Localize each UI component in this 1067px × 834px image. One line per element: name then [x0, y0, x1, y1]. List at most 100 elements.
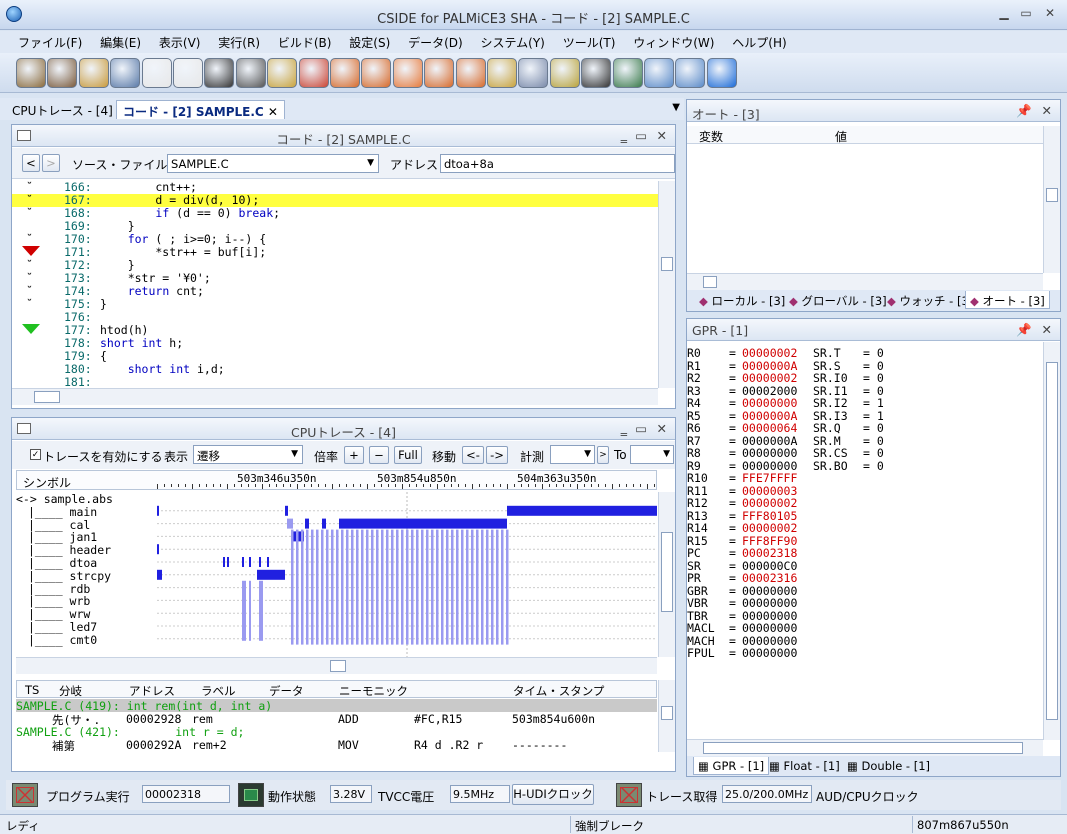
camera-icon[interactable] [581, 58, 612, 88]
trace-row[interactable]: SAMPLE.C (421): int r = d; [16, 725, 657, 739]
menu-tools[interactable]: ツール(T) [557, 31, 622, 54]
maximize-icon[interactable]: ▭ [635, 421, 647, 436]
trace-row[interactable]: 補第 0000292A rem+2 MOV R4 d .R2 r -------- [16, 738, 657, 751]
auto-tab[interactable]: ◆ グローバル - [3] [785, 291, 891, 309]
hudi-clock-button[interactable]: H-UDIクロック [512, 784, 594, 805]
code-editor[interactable]: ˘ 166: cnt++; ˘ 167: d = div(d, 10); ˘ 168: i… [12, 181, 658, 388]
register-row[interactable]: R13 = FFF80105 [687, 510, 1043, 523]
dump-icon[interactable] [204, 58, 235, 88]
register-row[interactable]: R9 = 00000000 SR.BO = 0 [687, 460, 1043, 473]
upload-icon[interactable] [549, 58, 580, 88]
register-row[interactable]: MACL = 00000000 [687, 622, 1043, 635]
gpr-vertical-scrollbar[interactable] [1043, 342, 1060, 740]
gpr-tab[interactable]: ▦ Float - [1] [765, 757, 844, 775]
col-variable[interactable]: 変数 [699, 128, 723, 145]
code-line[interactable]: 180: short int i,d; [12, 363, 658, 376]
trace-row[interactable]: SAMPLE.C (419): int rem(int d, int a) [16, 699, 657, 713]
menu-help[interactable]: ヘルプ(H) [726, 31, 792, 54]
trace-table[interactable]: SAMPLE.C (419): int rem(int d, int a) 先(サ… [16, 699, 657, 751]
forward-button[interactable]: > [42, 154, 60, 172]
trace-icon[interactable] [298, 58, 329, 88]
gpr-tab[interactable]: ▦ GPR - [1] [693, 757, 770, 775]
register-row[interactable]: SR = 000000C0 [687, 560, 1043, 573]
zoom-out-button[interactable]: − [369, 446, 389, 464]
auto-variable-list[interactable]: i0x0002 (2)d0x000A (10)cnt0x0003 (3)<+>b… [687, 145, 1043, 273]
register-row[interactable]: R2 = 00000002 SR.I0 = 0 [687, 372, 1043, 385]
register-row[interactable]: PC = 00002318 [687, 547, 1043, 560]
gpr-register-list[interactable]: R0 = 00000002 SR.T = 0 R1 = 0000000A SR.S = 0 R2 = 0… [687, 347, 1043, 737]
auto-tab[interactable]: ◆ ローカル - [3] [695, 291, 789, 309]
register-row[interactable]: GBR = 00000000 [687, 585, 1043, 598]
minimize-icon[interactable]: ‗ [621, 128, 627, 143]
move-right-button[interactable]: -> [486, 446, 508, 464]
source-file-select[interactable]: SAMPLE.C ▼ [167, 154, 379, 173]
measure-from-select[interactable]: ▼ [550, 445, 595, 464]
folder-icon[interactable] [78, 58, 109, 88]
maximize-button[interactable]: ▭ [1016, 6, 1036, 22]
minimize-button[interactable]: ▁ [994, 6, 1014, 22]
download-icon[interactable] [518, 58, 549, 88]
register-row[interactable]: R0 = 00000002 SR.T = 0 [687, 347, 1043, 360]
code-line[interactable]: 181: [12, 376, 658, 389]
close-icon[interactable]: ✕ [657, 128, 667, 143]
display-select[interactable]: 遷移 ▼ [193, 445, 303, 464]
measure-arrow-button[interactable]: > [597, 446, 609, 464]
close-button[interactable]: ✕ [1040, 6, 1060, 22]
register-row[interactable]: R4 = 00000000 SR.I2 = 1 [687, 397, 1043, 410]
col-value[interactable]: 値 [835, 128, 847, 145]
stop-icon[interactable] [424, 58, 455, 88]
gpr-tab[interactable]: ▦ Double - [1] [843, 757, 934, 775]
col-label[interactable]: ラベル [201, 683, 236, 699]
register-row[interactable]: R10 = FFE7FFFF [687, 472, 1043, 485]
col-mnemonic[interactable]: ニーモニック [339, 683, 408, 699]
back-button[interactable]: < [22, 154, 40, 172]
close-icon[interactable]: ✕ [268, 105, 278, 119]
cloud2-icon[interactable] [675, 58, 706, 88]
open-project-icon[interactable] [16, 58, 46, 88]
code-horizontal-scrollbar[interactable] [12, 388, 658, 405]
zoom-in-button[interactable]: + [344, 446, 364, 464]
menu-data[interactable]: データ(D) [402, 31, 469, 54]
source-list-icon[interactable] [110, 58, 141, 88]
close-icon[interactable]: ✕ [1042, 103, 1052, 118]
col-branch[interactable]: 分岐 [59, 683, 82, 699]
auto-tab[interactable]: ◆ ウォッチ - [3] [883, 291, 977, 309]
register-row[interactable]: MACH = 00000000 [687, 635, 1043, 648]
pin-icon[interactable]: 📌 [1016, 322, 1032, 338]
menu-view[interactable]: 表示(V) [153, 31, 207, 54]
menu-file[interactable]: ファイル(F) [12, 31, 88, 54]
trace-vertical-scrollbar[interactable] [658, 492, 675, 657]
menu-build[interactable]: ビルド(B) [272, 31, 338, 54]
tab-dropdown-icon[interactable]: ▼ [672, 102, 680, 113]
trace-row[interactable]: 先(サ・. 00002928 rem ADD #FC,R15 503m854u600n [16, 712, 657, 727]
breakpoint-icon[interactable] [267, 58, 298, 88]
cloud-icon[interactable] [644, 58, 674, 88]
tab-cpu-trace[interactable]: CPUトレース - [4] ✕ [6, 100, 133, 119]
register-row[interactable]: R12 = 00000002 [687, 497, 1043, 510]
trace-table-scrollbar[interactable] [658, 680, 675, 752]
code-line[interactable]: 178: short int h; [12, 337, 658, 350]
col-address[interactable]: アドレス [129, 683, 175, 699]
maximize-icon[interactable]: ▭ [635, 128, 647, 143]
code-line[interactable]: ˘ 175:} [12, 298, 658, 311]
auto-tab[interactable]: ◆ オート - [3] [965, 291, 1050, 309]
measure-to-select[interactable]: ▼ [630, 445, 674, 464]
menu-settings[interactable]: 設定(S) [343, 31, 396, 54]
trace-enable-checkbox[interactable]: ✓ [30, 449, 41, 460]
minimize-icon[interactable]: ‗ [621, 421, 627, 436]
menu-edit[interactable]: 編集(E) [94, 31, 147, 54]
run-icon[interactable] [455, 58, 486, 88]
trace-waveform[interactable] [157, 492, 657, 657]
symbol-icon[interactable] [235, 58, 266, 88]
register-row[interactable]: PR = 00002316 [687, 572, 1043, 585]
time-ruler[interactable]: 503m346u350n 503m854u850n 504m363u350n [157, 471, 657, 489]
code-vertical-scrollbar[interactable] [658, 181, 675, 388]
symbol-tree[interactable]: <-> sample.abs |____ main |____ cal |____ j… [16, 492, 157, 657]
gpr-horizontal-scrollbar[interactable] [687, 739, 1043, 756]
col-data[interactable]: データ [269, 683, 304, 699]
register-row[interactable]: R14 = 00000002 [687, 522, 1043, 535]
menu-run[interactable]: 実行(R) [212, 31, 266, 54]
menu-window[interactable]: ウィンドウ(W) [627, 31, 720, 54]
code-line[interactable]: ˘ 174: return cnt; [12, 285, 658, 298]
register-row[interactable]: VBR = 00000000 [687, 597, 1043, 610]
